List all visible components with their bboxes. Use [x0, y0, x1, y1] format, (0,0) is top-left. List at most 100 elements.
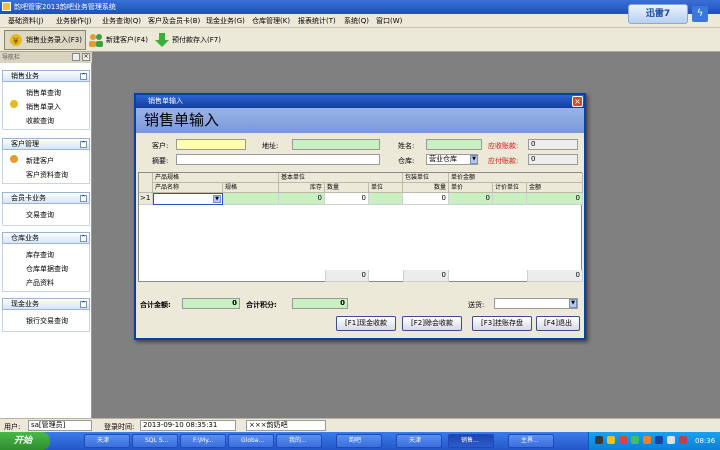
start-button[interactable]: 开始: [0, 432, 50, 450]
collapse-icon[interactable]: ^: [80, 235, 87, 242]
login-time-label: 登录时间:: [104, 423, 135, 431]
group-customer[interactable]: 客户管理 ^: [2, 138, 90, 150]
users-icon: [88, 32, 104, 48]
tray-icon[interactable]: [679, 436, 687, 444]
cash-payment-button[interactable]: [F1]现金收款: [336, 316, 396, 331]
sidebar-item-payment-query[interactable]: 收款查询: [26, 116, 54, 126]
dialog-header-text: 销售单输入: [144, 111, 220, 129]
menu-system[interactable]: 系统(Q): [344, 16, 369, 26]
row-indicator: >1: [139, 193, 153, 205]
menu-reports[interactable]: 报表统计(T): [298, 16, 336, 26]
menu-window[interactable]: 窗口(W): [376, 16, 402, 26]
svg-text:¥: ¥: [13, 37, 19, 47]
chevron-down-icon[interactable]: ▼: [569, 299, 577, 308]
tray-icon[interactable]: [643, 436, 651, 444]
save-on-account-button[interactable]: [F3]挂账存盘: [472, 316, 532, 331]
lightning-icon[interactable]: ϟ: [692, 6, 708, 22]
sidebar-item-sales-entry[interactable]: 销售单录入: [26, 102, 61, 112]
group-sales[interactable]: 销售业务 ^: [2, 70, 90, 82]
start-label: 开始: [14, 436, 33, 446]
taskbar-item[interactable]: 主界...: [508, 434, 554, 448]
close-icon[interactable]: ×: [572, 96, 583, 107]
menu-basic-data[interactable]: 基础资料(J): [8, 16, 44, 26]
user-value: sa[管理员]: [28, 420, 92, 431]
group-warehouse[interactable]: 仓库业务 ^: [2, 232, 90, 244]
sidebar-item-sales-query[interactable]: 销售单查询: [26, 88, 61, 98]
col-product-name[interactable]: 产品名称: [153, 183, 223, 193]
tray-icon[interactable]: [595, 436, 603, 444]
prepaid-deposit-button[interactable]: 预付款存入(F7): [150, 30, 225, 50]
cell-qty[interactable]: 0: [325, 193, 369, 205]
sidebar-pin-icon[interactable]: [72, 53, 80, 61]
tray-icon[interactable]: [619, 436, 627, 444]
prepaid-label: 预付款存入(F7): [172, 36, 221, 44]
tray-icon[interactable]: [655, 436, 663, 444]
sidebar-item-bank-query[interactable]: 银行交易查询: [26, 316, 68, 326]
memo-input[interactable]: [176, 154, 380, 165]
down-arrow-icon: [154, 32, 170, 48]
sidebar-close-icon[interactable]: ×: [82, 53, 90, 61]
col-price[interactable]: 单价: [449, 183, 493, 193]
taskbar-item[interactable]: 天津: [396, 434, 442, 448]
group-cash[interactable]: 现金业务 ^: [2, 298, 90, 310]
customer-input[interactable]: [176, 139, 246, 150]
chevron-down-icon[interactable]: ▼: [213, 195, 221, 203]
menu-business-ops[interactable]: 业务操作(J): [56, 16, 92, 26]
taskbar-item-active[interactable]: 销售...: [448, 434, 494, 448]
sidebar-item-stock-query[interactable]: 库存查询: [26, 250, 54, 260]
thunder-brand-badge[interactable]: 迅雷7: [628, 4, 688, 24]
col-amount[interactable]: 金额: [527, 183, 583, 193]
total-amount-label: 合计金额:: [140, 301, 171, 309]
collapse-icon[interactable]: ^: [80, 73, 87, 80]
chevron-down-icon[interactable]: ▼: [470, 155, 478, 164]
tray-icon[interactable]: [607, 436, 615, 444]
menu-cash-business[interactable]: 现金业务(G): [206, 16, 245, 26]
taskbar-item[interactable]: F:\My...: [180, 434, 226, 448]
delivery-label: 送货:: [468, 301, 485, 309]
col-stock[interactable]: 库存: [279, 183, 325, 193]
address-input[interactable]: [292, 139, 380, 150]
taskbar-item[interactable]: 天津: [84, 434, 130, 448]
taskbar-item[interactable]: 韵吧: [336, 434, 382, 448]
taskbar-item[interactable]: SQL S...: [132, 434, 178, 448]
credit-payment-button[interactable]: [F2]赊会收款: [402, 316, 462, 331]
menu-warehouse[interactable]: 仓库管理(K): [252, 16, 290, 26]
clock: 08:36: [695, 437, 716, 445]
collapse-icon[interactable]: ^: [80, 195, 87, 202]
tray-icon[interactable]: [667, 436, 675, 444]
tray-icon[interactable]: [631, 436, 639, 444]
total-points-field: 0: [292, 298, 348, 309]
sidebar-item-new-customer[interactable]: 新建客户: [26, 156, 54, 166]
delivery-select[interactable]: [494, 298, 578, 309]
taskbar-item[interactable]: Globa...: [228, 434, 274, 448]
group-cash-title: 现金业务: [11, 300, 39, 308]
cell-unit: [369, 193, 403, 205]
name-input[interactable]: [426, 139, 482, 150]
col-unit[interactable]: 单位: [369, 183, 403, 193]
sidebar-item-customer-query[interactable]: 客户资料查询: [26, 170, 68, 180]
col-price-unit[interactable]: 计价单位: [493, 183, 527, 193]
cell-price: 0: [449, 193, 493, 205]
new-customer-button[interactable]: 新建客户(F4): [84, 30, 152, 50]
sidebar-item-warehouse-doc-query[interactable]: 仓库单据查询: [26, 264, 68, 274]
col-qty[interactable]: 数量: [325, 183, 369, 193]
address-label: 地址:: [262, 142, 279, 150]
new-customer-label: 新建客户(F4): [106, 36, 148, 44]
col-spec[interactable]: 规格: [223, 183, 279, 193]
sales-entry-button[interactable]: ¥ 销售业务录入(F3): [4, 30, 86, 50]
exit-button[interactable]: [F4]退出: [536, 316, 580, 331]
menu-customer-card[interactable]: 客户及会员卡(B): [148, 16, 200, 26]
collapse-icon[interactable]: ^: [80, 141, 87, 148]
name-label: 姓名:: [398, 142, 415, 150]
user-icon: [10, 155, 18, 163]
dialog-header: 销售单输入: [136, 108, 584, 133]
sales-entry-icon: ¥: [8, 32, 24, 48]
sidebar-item-product-info[interactable]: 产品资料: [26, 278, 54, 288]
sidebar-item-transaction-query[interactable]: 交易查询: [26, 210, 54, 220]
col-pack-qty[interactable]: 数量: [403, 183, 449, 193]
menu-business-query[interactable]: 业务查询(Q): [102, 16, 141, 26]
taskbar-item[interactable]: 我的...: [276, 434, 322, 448]
cell-pack-qty[interactable]: 0: [403, 193, 449, 205]
group-member-card[interactable]: 会员卡业务 ^: [2, 192, 90, 204]
collapse-icon[interactable]: ^: [80, 301, 87, 308]
